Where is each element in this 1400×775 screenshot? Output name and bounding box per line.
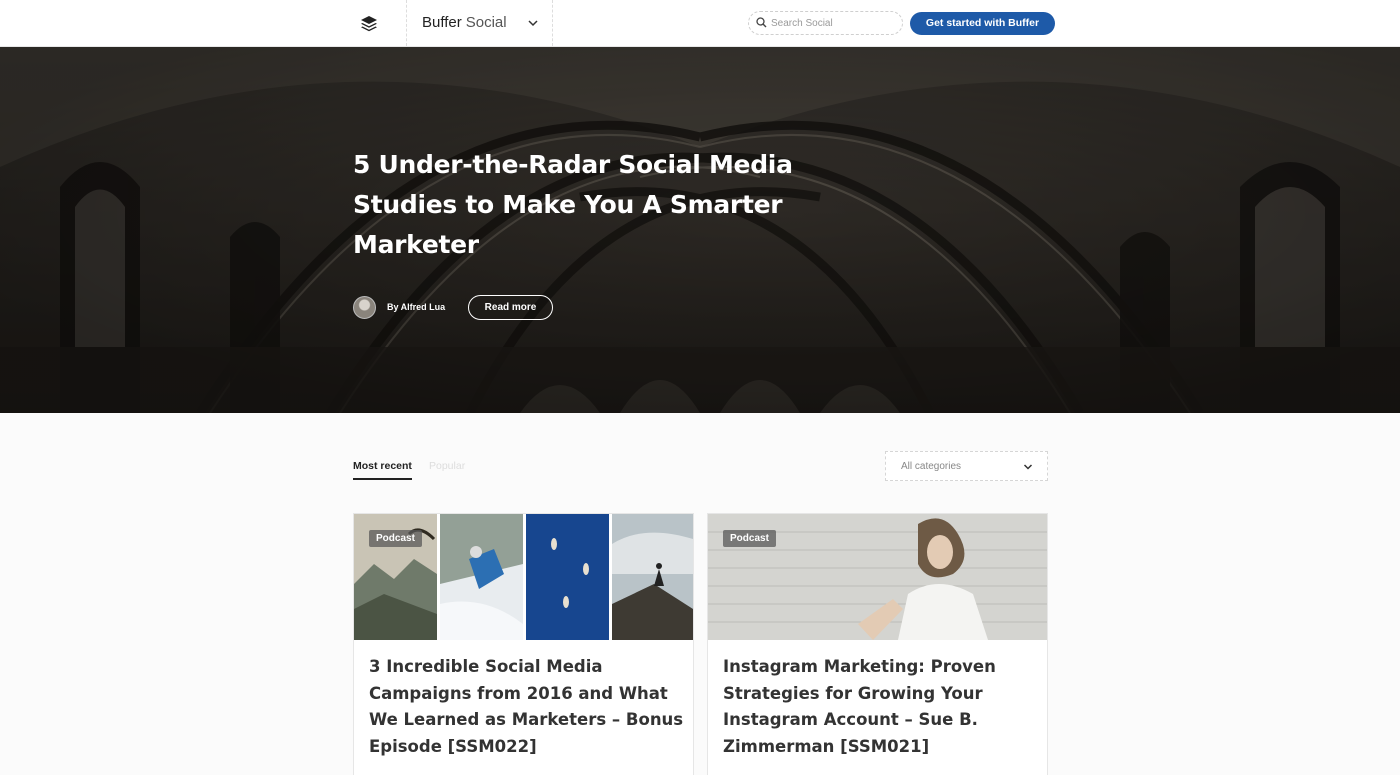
blog-switcher[interactable]: Buffer Social (406, 0, 553, 46)
post-thumbnail: Podcast (354, 514, 693, 640)
post-category-badge[interactable]: Podcast (369, 530, 422, 547)
tab-most-recent[interactable]: Most recent (353, 460, 412, 480)
read-more-button[interactable]: Read more (468, 295, 553, 320)
search-icon (756, 17, 767, 28)
featured-post-hero: 5 Under-the-Radar Social Media Studies t… (0, 47, 1400, 413)
buffer-layers-icon[interactable] (360, 15, 378, 33)
chevron-down-icon (1023, 464, 1033, 470)
category-filter-value: All categories (901, 461, 962, 472)
brand-suffix: Social (465, 14, 507, 31)
search-box[interactable] (748, 11, 903, 35)
tab-popular[interactable]: Popular (429, 460, 465, 472)
post-card[interactable]: Podcast Instagram Marketing: Proven Stra… (707, 513, 1048, 775)
post-thumbnail: Podcast (708, 514, 1047, 640)
featured-post-title[interactable]: 5 Under-the-Radar Social Media Studies t… (353, 145, 793, 265)
brand-name: Buffer Social (422, 14, 507, 31)
category-filter-select[interactable]: All categories (885, 451, 1048, 481)
get-started-button[interactable]: Get started with Buffer (910, 12, 1055, 35)
author-byline: By Alfred Lua (387, 302, 446, 312)
post-category-badge[interactable]: Podcast (723, 530, 776, 547)
author-avatar (353, 296, 376, 319)
post-card[interactable]: Podcast 3 Incredible Social Media Campai… (353, 513, 694, 775)
chevron-down-icon (528, 20, 538, 27)
post-title[interactable]: 3 Incredible Social Media Campaigns from… (369, 654, 684, 760)
search-input[interactable] (771, 14, 896, 32)
top-navigation-bar: BufferSocial Get started with Buffer (0, 0, 1400, 47)
post-title[interactable]: Instagram Marketing: Proven Strategies f… (723, 654, 1038, 760)
